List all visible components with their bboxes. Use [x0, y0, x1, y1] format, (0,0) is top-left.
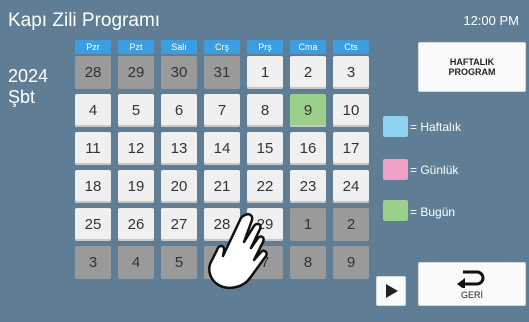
calendar-day[interactable]: 4 — [118, 246, 154, 279]
calendar-day[interactable]: 26 — [118, 208, 154, 241]
legend-today-swatch — [383, 200, 408, 221]
calendar-day[interactable]: 15 — [247, 132, 283, 165]
calendar-day[interactable]: 31 — [204, 56, 240, 89]
calendar-day[interactable]: 16 — [290, 132, 326, 165]
calendar-day[interactable]: 7 — [204, 94, 240, 127]
weekly-program-label-line2: PROGRAM — [448, 67, 496, 77]
calendar-day[interactable]: 28 — [204, 208, 240, 241]
calendar-day[interactable]: 23 — [290, 170, 326, 203]
month-label: Şbt — [8, 87, 36, 107]
legend-weekly-label: = Haftalık — [410, 120, 462, 134]
calendar-day[interactable]: 11 — [75, 132, 111, 165]
legend-today-label: = Bugün — [410, 205, 456, 219]
calendar-day[interactable]: 3 — [75, 246, 111, 279]
calendar-day[interactable]: 22 — [247, 170, 283, 203]
legend-weekly-swatch — [383, 116, 408, 137]
calendar-day-today[interactable]: 9 — [290, 94, 326, 127]
calendar-day[interactable]: 21 — [204, 170, 240, 203]
calendar-day[interactable]: 18 — [75, 170, 111, 203]
page-title: Kapı Zili Programı — [8, 10, 161, 31]
year-label: 2024 — [8, 66, 49, 86]
calendar-day[interactable]: 12 — [118, 132, 154, 165]
calendar-day[interactable]: 1 — [290, 208, 326, 241]
weekday-sun: Pzr — [75, 40, 111, 54]
weekday-fri: Cma — [290, 40, 326, 54]
calendar-day[interactable]: 6 — [204, 246, 240, 279]
return-arrow-icon — [457, 270, 485, 288]
weekly-program-button[interactable]: HAFTALIK PROGRAM — [418, 42, 526, 92]
calendar-day[interactable]: 29 — [247, 208, 283, 241]
calendar-day[interactable]: 2 — [333, 208, 369, 241]
calendar-day[interactable]: 1 — [247, 56, 283, 89]
calendar-day[interactable]: 13 — [161, 132, 197, 165]
weekday-wed: Crş — [204, 40, 240, 54]
calendar-day[interactable]: 27 — [161, 208, 197, 241]
calendar-day[interactable]: 3 — [333, 56, 369, 89]
calendar-day[interactable]: 10 — [333, 94, 369, 127]
back-button[interactable]: GERİ — [418, 262, 526, 306]
calendar-day[interactable]: 5 — [118, 94, 154, 127]
weekday-mon: Pzt — [118, 40, 154, 54]
calendar-day[interactable]: 25 — [75, 208, 111, 241]
calendar-day[interactable]: 24 — [333, 170, 369, 203]
weekday-header: Pzr Pzt Salı Crş Prş Cma Cts — [75, 40, 369, 54]
weekly-program-label-line1: HAFTALIK — [449, 57, 495, 67]
calendar-day[interactable]: 19 — [118, 170, 154, 203]
calendar-day[interactable]: 9 — [333, 246, 369, 279]
calendar-day[interactable]: 29 — [118, 56, 154, 89]
calendar-day[interactable]: 6 — [161, 94, 197, 127]
calendar-grid: 28 29 30 31 1 2 3 4 5 6 7 8 9 10 11 12 13 14 15 16 17 18 19 20 2… — [75, 56, 369, 282]
calendar-day[interactable]: 4 — [75, 94, 111, 127]
legend-daily-label: = Günlük — [410, 163, 459, 177]
calendar-day[interactable]: 7 — [247, 246, 283, 279]
calendar-day[interactable]: 8 — [247, 94, 283, 127]
calendar-day[interactable]: 17 — [333, 132, 369, 165]
clock: 12:00 PM — [463, 13, 519, 28]
legend-daily-swatch — [383, 159, 408, 180]
weekday-thu: Prş — [247, 40, 283, 54]
play-right-icon — [386, 284, 398, 298]
next-month-button[interactable] — [376, 276, 406, 306]
calendar-day[interactable]: 30 — [161, 56, 197, 89]
calendar-day[interactable]: 2 — [290, 56, 326, 89]
calendar-day[interactable]: 5 — [161, 246, 197, 279]
back-label: GERİ — [460, 290, 483, 300]
weekday-tue: Salı — [161, 40, 197, 54]
calendar-day[interactable]: 8 — [290, 246, 326, 279]
calendar-day[interactable]: 14 — [204, 132, 240, 165]
weekday-sat: Cts — [333, 40, 369, 54]
calendar-day[interactable]: 20 — [161, 170, 197, 203]
calendar-day[interactable]: 28 — [75, 56, 111, 89]
